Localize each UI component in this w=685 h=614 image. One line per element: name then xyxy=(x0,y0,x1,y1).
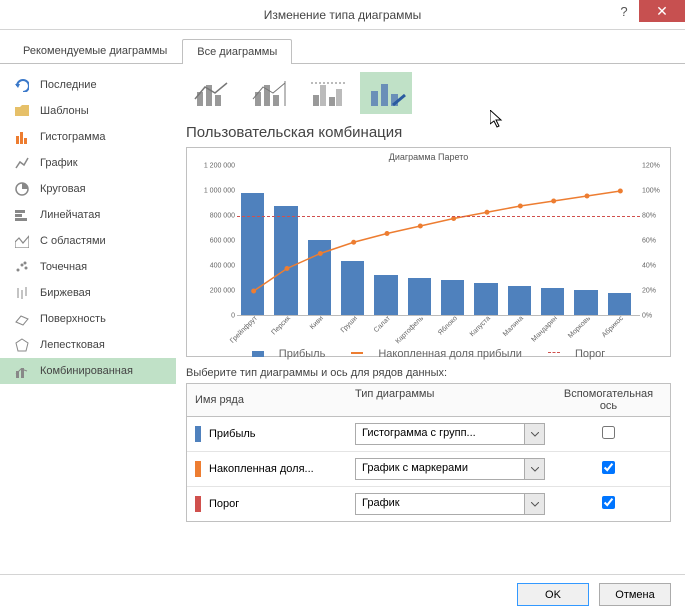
series-color-chip xyxy=(195,426,201,442)
window-title: Изменение типа диаграммы xyxy=(264,8,422,22)
scatter-chart-icon xyxy=(14,259,30,275)
subtype-4-custom[interactable] xyxy=(360,72,412,114)
cancel-button[interactable]: Отмена xyxy=(599,583,671,606)
chart-subtype-row xyxy=(186,72,671,114)
col-header-type: Тип диаграммы xyxy=(347,384,547,416)
titlebar: Изменение типа диаграммы ? ✕ xyxy=(0,0,685,30)
chart-legend: Прибыль Накопленная доля прибыли Порог xyxy=(193,348,664,360)
sidebar-item-stock[interactable]: Биржевая xyxy=(0,280,176,306)
surface-chart-icon xyxy=(14,311,30,327)
series-name: Прибыль xyxy=(209,428,256,440)
radar-chart-icon xyxy=(14,337,30,353)
chart-category-sidebar: Последние Шаблоны Гистограмма График Кру… xyxy=(0,64,176,574)
combo-chart-icon xyxy=(14,363,30,379)
series-prompt: Выберите тип диаграммы и ось для рядов д… xyxy=(186,367,671,379)
series-type-combo[interactable]: График с маркерами xyxy=(355,458,545,480)
sidebar-item-scatter[interactable]: Точечная xyxy=(0,254,176,280)
tab-strip: Рекомендуемые диаграммы Все диаграммы xyxy=(0,30,685,64)
secondary-axis-checkbox[interactable] xyxy=(602,496,615,509)
series-type-combo[interactable]: График xyxy=(355,493,545,515)
help-button[interactable]: ? xyxy=(609,0,639,22)
subtype-1[interactable] xyxy=(186,72,238,114)
dialog-footer: OK Отмена xyxy=(0,574,685,614)
recent-icon xyxy=(14,77,30,93)
chevron-down-icon xyxy=(524,494,544,514)
secondary-axis-checkbox[interactable] xyxy=(602,461,615,474)
sidebar-item-recent[interactable]: Последние xyxy=(0,72,176,98)
col-header-axis: Вспомогательная ось xyxy=(547,384,670,416)
sidebar-item-pie[interactable]: Круговая xyxy=(0,176,176,202)
sidebar-item-area[interactable]: С областями xyxy=(0,228,176,254)
chevron-down-icon xyxy=(524,424,544,444)
series-type-combo[interactable]: Гистограмма с групп... xyxy=(355,423,545,445)
ok-button[interactable]: OK xyxy=(517,583,589,606)
folder-icon xyxy=(14,103,30,119)
sidebar-item-surface[interactable]: Поверхность xyxy=(0,306,176,332)
bar-chart-icon xyxy=(14,207,30,223)
series-color-chip xyxy=(195,496,201,512)
col-header-name: Имя ряда xyxy=(187,384,347,416)
secondary-axis-checkbox[interactable] xyxy=(602,426,615,439)
stock-chart-icon xyxy=(14,285,30,301)
close-button[interactable]: ✕ xyxy=(639,0,685,22)
series-color-chip xyxy=(195,461,201,477)
series-row: Накопленная доля... График с маркерами xyxy=(187,452,670,487)
tab-recommended[interactable]: Рекомендуемые диаграммы xyxy=(8,38,182,63)
line-chart-icon xyxy=(14,155,30,171)
series-row: Порог График xyxy=(187,487,670,521)
chart-preview[interactable]: Диаграмма Парето 0200 000400 000600 0008… xyxy=(186,147,671,357)
section-title: Пользовательская комбинация xyxy=(186,124,671,141)
chart-title: Диаграмма Парето xyxy=(193,152,664,162)
subtype-3[interactable] xyxy=(302,72,354,114)
sidebar-item-templates[interactable]: Шаблоны xyxy=(0,98,176,124)
subtype-2[interactable] xyxy=(244,72,296,114)
sidebar-item-line[interactable]: График xyxy=(0,150,176,176)
tab-all[interactable]: Все диаграммы xyxy=(182,39,292,64)
pie-chart-icon xyxy=(14,181,30,197)
sidebar-item-radar[interactable]: Лепестковая xyxy=(0,332,176,358)
sidebar-item-bar[interactable]: Линейчатая xyxy=(0,202,176,228)
series-row: Прибыль Гистограмма с групп... xyxy=(187,417,670,452)
series-name: Накопленная доля... xyxy=(209,463,314,475)
column-chart-icon xyxy=(14,129,30,145)
sidebar-item-column[interactable]: Гистограмма xyxy=(0,124,176,150)
series-table: Имя ряда Тип диаграммы Вспомогательная о… xyxy=(186,383,671,522)
series-name: Порог xyxy=(209,498,239,510)
sidebar-item-combo[interactable]: Комбинированная xyxy=(0,358,176,384)
area-chart-icon xyxy=(14,233,30,249)
chevron-down-icon xyxy=(524,459,544,479)
